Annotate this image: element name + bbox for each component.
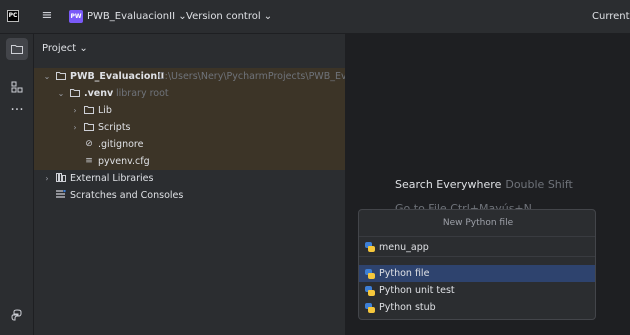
tree-item-label: External Libraries (70, 173, 154, 184)
tree-item-scripts[interactable]: › Scripts (34, 119, 345, 136)
main-menu-icon[interactable]: ≡ (40, 9, 54, 23)
scratches-icon (55, 187, 67, 204)
tree-item-scratches[interactable]: Scratches and Consoles (34, 187, 345, 204)
python-file-icon (365, 269, 375, 279)
tree-item-lib[interactable]: › Lib (34, 102, 345, 119)
python-file-icon (365, 303, 375, 313)
tree-item-label: Lib (98, 105, 112, 116)
option-python-stub[interactable]: Python stub (359, 299, 595, 316)
chevron-down-icon[interactable]: ⌄ (42, 68, 52, 85)
chevron-down-icon[interactable]: ⌄ (56, 85, 66, 102)
folder-icon (83, 102, 95, 119)
folder-icon[interactable] (6, 38, 28, 60)
new-python-file-dialog: New Python file Python file Python unit … (358, 209, 596, 320)
file-name-field[interactable] (359, 236, 595, 257)
search-everywhere-hint: Search Everywhere Double Shift (395, 178, 573, 191)
title-bar: PC ≡ PW PWB_EvaluacionII ⌄ Version contr… (0, 0, 630, 34)
option-python-file[interactable]: Python file (359, 265, 595, 282)
chevron-right-icon[interactable]: › (70, 119, 80, 136)
option-label: Python unit test (379, 285, 455, 296)
option-label: Python stub (379, 302, 436, 313)
tree-item-label: Scripts (98, 122, 131, 133)
tree-item-note: library root (116, 88, 169, 99)
project-tool-window: Project ⌄ ⌄ PWB_EvaluacionII C:\Users\Ne… (34, 34, 346, 335)
python-file-icon (365, 242, 375, 252)
python-console-icon[interactable] (6, 304, 28, 326)
structure-icon[interactable] (6, 76, 28, 98)
config-file-icon: ≡ (85, 156, 93, 166)
python-file-icon (365, 286, 375, 296)
library-icon (55, 170, 67, 187)
tree-item-pyvenv-cfg[interactable]: ≡ pyvenv.cfg (34, 153, 345, 170)
tree-item-venv[interactable]: ⌄ .venv library root (34, 85, 345, 102)
more-icon[interactable]: ··· (6, 102, 28, 124)
hint-label: Search Everywhere (395, 178, 502, 191)
tree-item-label: Scratches and Consoles (70, 190, 184, 201)
project-panel-title[interactable]: Project ⌄ (42, 43, 88, 54)
dialog-title: New Python file (442, 218, 514, 228)
tree-item-label: .venv (84, 88, 114, 99)
tree-item-label: pyvenv.cfg (98, 156, 150, 167)
folder-icon (69, 85, 81, 102)
chevron-right-icon[interactable]: › (42, 170, 52, 187)
project-badge-icon[interactable]: PW (69, 10, 83, 23)
tree-item-project-root[interactable]: ⌄ PWB_EvaluacionII C:\Users\Nery\Pycharm… (34, 68, 346, 85)
run-config-selector[interactable]: Current F (592, 11, 630, 22)
version-control-menu[interactable]: Version control ⌄ (186, 11, 272, 22)
pycharm-logo-icon: PC (7, 10, 19, 22)
hint-shortcut: Double Shift (505, 178, 573, 191)
tree-item-label: .gitignore (98, 139, 144, 150)
folder-icon (55, 68, 67, 85)
tree-item-path: C:\Users\Nery\PycharmProjects\PWB_Evalu (158, 71, 346, 82)
ignored-file-icon: ⊘ (85, 139, 93, 149)
option-label: Python file (379, 268, 430, 279)
project-switcher[interactable]: PWB_EvaluacionII ⌄ (87, 11, 187, 22)
tree-item-gitignore[interactable]: ⊘ .gitignore (34, 136, 345, 153)
option-python-unit-test[interactable]: Python unit test (359, 282, 595, 299)
tree-item-external-libraries[interactable]: › External Libraries (34, 170, 345, 187)
folder-icon (83, 119, 95, 136)
chevron-right-icon[interactable]: › (70, 102, 80, 119)
tool-window-strip: ··· (0, 34, 34, 335)
file-name-input[interactable] (379, 240, 589, 254)
tree-item-label: PWB_EvaluacionII (70, 71, 165, 82)
